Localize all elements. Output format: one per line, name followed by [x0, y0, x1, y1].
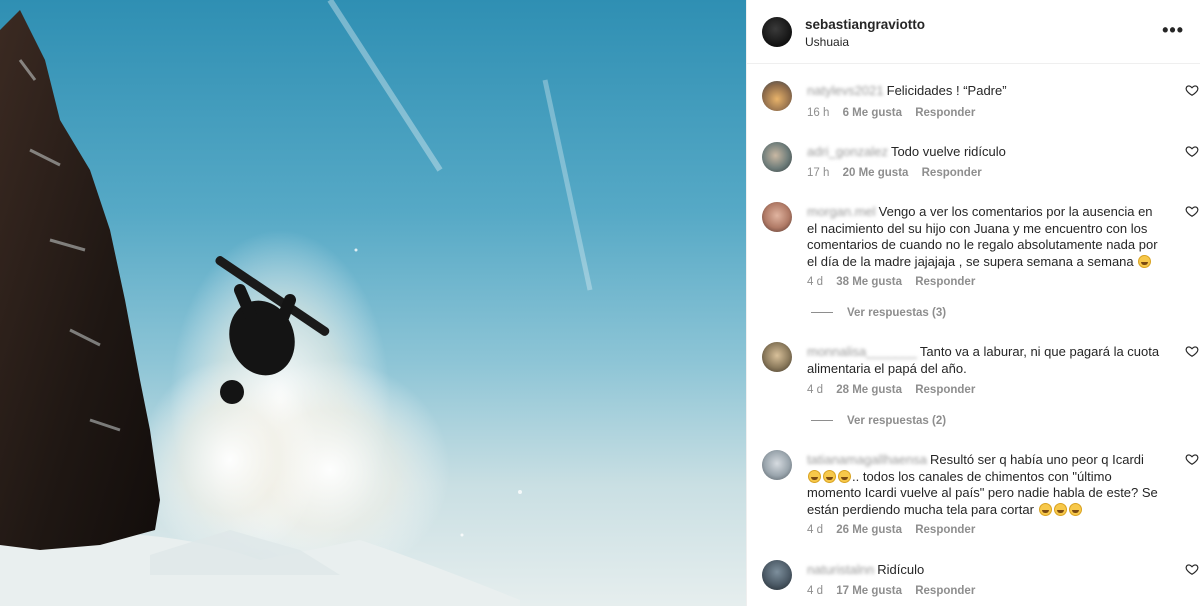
- comment-text: monnalisa_______ Tanto va a laburar, ni q…: [807, 344, 1162, 377]
- laughing-emoji-icon: [823, 469, 836, 483]
- comment-meta: 4 d 28 Me gusta Responder: [807, 384, 985, 396]
- like-heart-icon[interactable]: [1185, 562, 1199, 576]
- comment-time: 4 d: [807, 585, 823, 597]
- like-heart-icon[interactable]: [1185, 204, 1199, 218]
- snowboard-photo: [0, 0, 593, 606]
- author-avatar[interactable]: [762, 17, 792, 47]
- comment-body-end: .. todos los canales de chimentos con "ú…: [807, 468, 1158, 517]
- laughing-emoji-icon: [1038, 502, 1052, 516]
- comment-time: 16 h: [807, 107, 830, 119]
- comment-likes[interactable]: 38 Me gusta: [836, 276, 902, 288]
- like-heart-icon[interactable]: [1185, 452, 1199, 466]
- comment-likes[interactable]: 20 Me gusta: [843, 167, 909, 179]
- comment-meta: 16 h 6 Me gusta Responder: [807, 107, 985, 119]
- laughing-emoji-icon: [1068, 502, 1082, 516]
- like-heart-icon[interactable]: [1185, 83, 1199, 97]
- reply-button[interactable]: Responder: [915, 384, 975, 396]
- comment-time: 4 d: [807, 384, 823, 396]
- comment-time: 4 d: [807, 524, 823, 536]
- like-heart-icon[interactable]: [1185, 344, 1199, 358]
- commenter-avatar[interactable]: [762, 142, 792, 172]
- comment-item: adri_gonzalez Todo vuelve ridículo 17 h 2…: [762, 142, 1199, 182]
- comment-body: Todo vuelve ridículo: [890, 144, 1006, 159]
- comment-text: adri_gonzalez Todo vuelve ridículo: [807, 144, 1162, 161]
- reply-button[interactable]: Responder: [915, 585, 975, 597]
- comment-likes[interactable]: 28 Me gusta: [836, 384, 902, 396]
- commenter-avatar[interactable]: [762, 342, 792, 372]
- comment-body: Ridículo: [877, 562, 925, 577]
- comment-time: 17 h: [807, 167, 830, 179]
- comment-text: morgan.mel Vengo a ver los comentarios po…: [807, 204, 1162, 270]
- comment-meta: 17 h 20 Me gusta Responder: [807, 167, 992, 179]
- comment-item: morgan.mel Vengo a ver los comentarios po…: [762, 202, 1199, 297]
- commenter-username[interactable]: morgan.mel: [807, 204, 876, 219]
- comments-panel: sebastiangraviotto Ushuaia ••• natylevs2…: [746, 0, 1200, 606]
- comment-item: tatianamagallhaensa Resultó ser q había u…: [762, 450, 1199, 540]
- comment-item: natylevs2021 Felicidades ! “Padre” 16 h 6…: [762, 81, 1199, 121]
- commenter-username[interactable]: tatianamagallhaensa: [807, 452, 927, 467]
- commenter-avatar[interactable]: [762, 450, 792, 480]
- comment-meta: 4 d 17 Me gusta Responder: [807, 585, 985, 597]
- commenter-avatar[interactable]: [762, 560, 792, 590]
- comment-text: natylevs2021 Felicidades ! “Padre”: [807, 83, 1162, 100]
- more-options-icon[interactable]: •••: [1162, 20, 1184, 41]
- replies-divider: [811, 420, 833, 422]
- view-replies-button[interactable]: Ver respuestas (3): [811, 307, 946, 319]
- replies-divider: [811, 312, 833, 314]
- comment-item: monnalisa_______ Tanto va a laburar, ni q…: [762, 342, 1199, 397]
- commenter-username[interactable]: natylevs2021: [807, 83, 884, 98]
- laughing-emoji-icon: [1138, 254, 1152, 268]
- author-username[interactable]: sebastiangraviotto: [805, 17, 925, 32]
- comment-body-start: Resultó ser q había uno peor q Icardi: [929, 452, 1144, 467]
- reply-button[interactable]: Responder: [915, 107, 975, 119]
- comment-item: naturistalnn Ridículo 4 d 17 Me gusta Res…: [762, 560, 1199, 600]
- post-image: [0, 0, 746, 606]
- commenter-avatar[interactable]: [762, 202, 792, 232]
- comment-body: Felicidades ! “Padre”: [886, 83, 1007, 98]
- post-location[interactable]: Ushuaia: [805, 35, 849, 49]
- comment-likes[interactable]: 6 Me gusta: [843, 107, 902, 119]
- comment-likes[interactable]: 17 Me gusta: [836, 585, 902, 597]
- post-header: sebastiangraviotto Ushuaia •••: [747, 0, 1200, 64]
- commenter-username[interactable]: naturistalnn: [807, 562, 874, 577]
- comment-text: tatianamagallhaensa Resultó ser q había u…: [807, 452, 1162, 518]
- comment-time: 4 d: [807, 276, 823, 288]
- laughing-emoji-icon: [808, 469, 821, 483]
- laughing-emoji-icon: [838, 469, 851, 483]
- like-heart-icon[interactable]: [1185, 144, 1199, 158]
- comment-meta: 4 d 26 Me gusta Responder: [807, 524, 985, 536]
- commenter-avatar[interactable]: [762, 81, 792, 111]
- view-replies-label[interactable]: Ver respuestas (2): [847, 415, 946, 427]
- reply-button[interactable]: Responder: [915, 276, 975, 288]
- reply-button[interactable]: Responder: [915, 524, 975, 536]
- comment-text: naturistalnn Ridículo: [807, 562, 1162, 579]
- laughing-emoji-icon: [1053, 502, 1067, 516]
- comment-meta: 4 d 38 Me gusta Responder: [807, 276, 985, 288]
- commenter-username[interactable]: monnalisa_______: [807, 344, 917, 359]
- reply-button[interactable]: Responder: [922, 167, 982, 179]
- view-replies-label[interactable]: Ver respuestas (3): [847, 307, 946, 319]
- comment-likes[interactable]: 26 Me gusta: [836, 524, 902, 536]
- view-replies-button[interactable]: Ver respuestas (2): [811, 415, 946, 427]
- commenter-username[interactable]: adri_gonzalez: [807, 144, 888, 159]
